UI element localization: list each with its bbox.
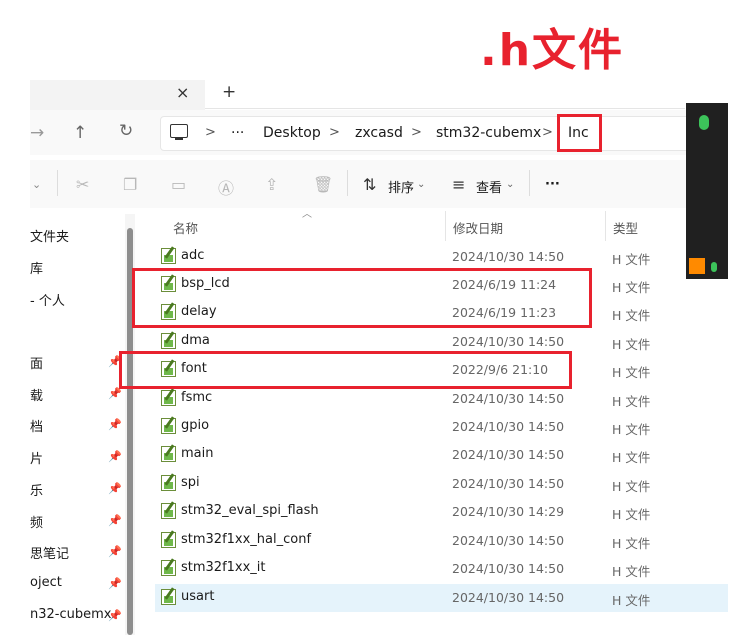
breadcrumb-separator: > (329, 125, 340, 140)
avatar (689, 258, 705, 274)
sidebar-item[interactable]: 频 (30, 512, 43, 531)
sidebar-item[interactable]: 乐 (30, 480, 43, 499)
file-row[interactable]: fsmc 2024/10/30 14:50 H 文件 (155, 385, 728, 413)
more-options-button[interactable]: ··· (545, 177, 560, 192)
rename-icon[interactable]: Ⓐ (218, 175, 234, 199)
cut-icon[interactable]: ✂ (76, 175, 89, 194)
sort-ascending-icon: ︿ (302, 209, 312, 220)
file-row[interactable]: main 2024/10/30 14:50 H 文件 (155, 441, 728, 469)
view-button[interactable]: 查看 (476, 177, 502, 196)
column-header-name[interactable]: 名称 (173, 218, 198, 237)
pin-icon[interactable]: 📌 (108, 514, 122, 527)
new-tab-button[interactable]: + (222, 82, 236, 102)
sidebar-item[interactable]: 片 (30, 448, 43, 467)
sidebar-item[interactable]: oject (30, 575, 62, 590)
breadcrumb-stm32-cubemx[interactable]: stm32-cubemx (436, 125, 541, 141)
file-row[interactable]: stm32_eval_spi_flash 2024/10/30 14:29 H 文件 (155, 498, 728, 526)
file-row[interactable]: stm32f1xx_it 2024/10/30 14:50 H 文件 (155, 555, 728, 583)
tab-strip (30, 80, 680, 110)
column-header-date[interactable]: 修改日期 (453, 218, 503, 237)
h-file-icon (161, 475, 176, 491)
file-row-selected[interactable]: usart 2024/10/30 14:50 H 文件 (155, 584, 728, 612)
annotation-box-inc (557, 114, 602, 152)
sidebar-item[interactable]: - 个人 (30, 290, 65, 309)
sidebar-item[interactable]: n32-cubemx (30, 607, 111, 622)
divider (205, 108, 685, 109)
microphone-icon (711, 262, 717, 272)
divider (57, 170, 58, 196)
overlay-window-strip (686, 103, 728, 279)
breadcrumb-separator: > (542, 125, 553, 140)
close-tab-icon[interactable]: × (176, 83, 189, 102)
chevron-down-icon[interactable]: ⌄ (32, 178, 41, 191)
h-file-icon (161, 333, 176, 349)
h-file-icon (161, 560, 176, 576)
sidebar-item[interactable]: 档 (30, 416, 43, 435)
pin-icon[interactable]: 📌 (108, 450, 122, 463)
file-row[interactable]: gpio 2024/10/30 14:50 H 文件 (155, 413, 728, 441)
this-pc-icon (170, 124, 188, 140)
breadcrumb-separator: > (205, 125, 216, 140)
h-file-icon (161, 248, 176, 264)
sort-button[interactable]: 排序 (388, 177, 414, 196)
annotation-box-font (119, 351, 572, 389)
column-divider[interactable] (445, 211, 446, 241)
forward-arrow-icon[interactable]: → (30, 123, 44, 143)
sidebar-item[interactable]: 库 (30, 258, 43, 277)
column-divider[interactable] (605, 211, 606, 241)
column-header-type[interactable]: 类型 (613, 218, 638, 237)
h-file-icon (161, 532, 176, 548)
chevron-down-icon: ⌄ (417, 179, 426, 190)
copy-icon[interactable]: ❐ (123, 175, 137, 194)
h-file-icon (161, 418, 176, 434)
microphone-icon[interactable] (699, 115, 709, 130)
delete-icon[interactable]: 🗑 (313, 175, 333, 194)
pin-icon[interactable]: 📌 (108, 577, 122, 590)
divider (347, 170, 348, 196)
refresh-icon[interactable]: ↻ (119, 121, 133, 141)
pin-icon[interactable]: 📌 (108, 609, 122, 622)
up-arrow-icon[interactable]: ↑ (73, 123, 87, 143)
breadcrumb-zxcasd[interactable]: zxcasd (355, 125, 403, 141)
sidebar-item[interactable]: 思笔记 (30, 543, 69, 562)
share-icon[interactable]: ⇪ (265, 175, 278, 194)
pin-icon[interactable]: 📌 (108, 418, 122, 431)
sidebar-item[interactable]: 面 (30, 353, 43, 372)
chevron-down-icon: ⌄ (506, 179, 515, 190)
paste-icon[interactable]: ▭ (171, 175, 186, 194)
h-file-icon (161, 589, 176, 605)
file-row[interactable]: adc 2024/10/30 14:50 H 文件 (155, 243, 728, 271)
breadcrumb-more[interactable]: ··· (231, 125, 244, 141)
view-icon: ≡ (452, 175, 466, 194)
h-file-icon (161, 503, 176, 519)
sidebar-item[interactable]: 文件夹 (30, 226, 69, 245)
annotation-box-bsp-delay (132, 268, 592, 328)
file-row[interactable]: stm32f1xx_hal_conf 2024/10/30 14:50 H 文件 (155, 527, 728, 555)
pin-icon[interactable]: 📌 (108, 545, 122, 558)
pin-icon[interactable]: 📌 (108, 482, 122, 495)
h-file-icon (161, 390, 176, 406)
h-file-icon (161, 446, 176, 462)
sort-icon: ⇅ (363, 175, 377, 194)
handwritten-annotation: .h文件 (480, 25, 625, 76)
divider (529, 170, 530, 196)
breadcrumb-desktop[interactable]: Desktop (263, 125, 321, 141)
breadcrumb-separator: > (411, 125, 422, 140)
sidebar-item[interactable]: 载 (30, 385, 43, 404)
file-row[interactable]: spi 2024/10/30 14:50 H 文件 (155, 470, 728, 498)
